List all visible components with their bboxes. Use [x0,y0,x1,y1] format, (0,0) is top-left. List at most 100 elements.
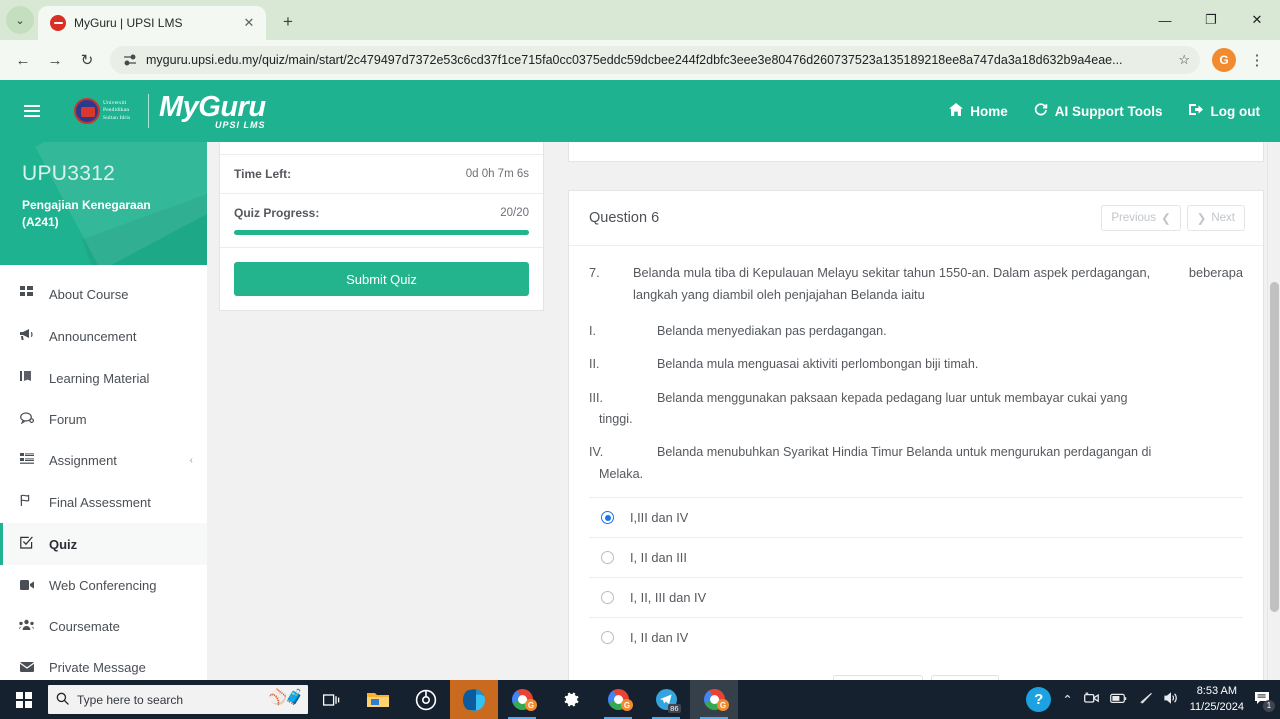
sidebar-item-about-course[interactable]: About Course [0,273,207,315]
window-restore-button[interactable]: ❐ [1188,0,1234,40]
quiz-info-panel: Quiz Submission Time Left: 0d 0h 7m 6s Q… [219,142,544,311]
back-icon[interactable]: ← [8,45,38,75]
sidebar-item-announcement[interactable]: Announcement [0,315,207,357]
notification-center-icon[interactable]: 1 [1255,691,1275,712]
question-title: Question 6 [589,210,660,226]
tab-close-icon[interactable]: ✕ [240,14,258,32]
battery-icon[interactable] [1109,693,1127,707]
tab-favicon-icon [50,15,66,31]
time-left-row: Time Left: 0d 0h 7m 6s [220,155,543,194]
notification-count: 1 [1263,699,1275,712]
start-button[interactable] [0,680,48,719]
nav-home-label: Home [970,103,1008,119]
site-settings-icon[interactable] [122,52,138,68]
help-icon[interactable]: ? [1026,687,1052,712]
question-number: 7. [589,265,600,280]
sidebar-item-web-conferencing[interactable]: Web Conferencing [0,565,207,606]
nav-logout[interactable]: Log out [1188,103,1260,119]
chevron-up-icon[interactable]: ⌃ [1062,692,1072,707]
taskbar-app-photos[interactable] [402,680,450,719]
telegram-icon: 86 [655,689,681,713]
taskbar-search-box[interactable]: Type here to search ⚾🧳 [48,685,308,714]
clock[interactable]: 8:53 AM 11/25/2024 [1190,684,1244,715]
answer-option[interactable]: I, II dan III [589,538,1243,579]
sidebar-item-quiz[interactable]: Quiz [0,523,207,565]
next-question-button-top[interactable]: ❯ Next [1186,205,1245,231]
taskbar-app-google-chrome-1[interactable]: G [498,680,546,719]
quiz-progress-bar [234,230,529,235]
question-column: Question 6 Previous ❮ ❯ Next 7. beberapa… [568,142,1264,680]
statement-text-line2: tinggi. [599,412,633,426]
sidebar-item-label: Learning Material [49,370,150,386]
browser-toolbar: ← → ↻ myguru.upsi.edu.my/quiz/main/start… [0,40,1280,80]
search-icon [56,692,69,708]
address-bar[interactable]: myguru.upsi.edu.my/quiz/main/start/2c479… [110,46,1200,74]
bookmark-star-icon[interactable]: ☆ [1178,52,1194,68]
previous-question-button-top[interactable]: Previous ❮ [1101,205,1181,231]
browser-window: ⌄ MyGuru | UPSI LMS ✕ + — ❐ ✕ ← → ↻ mygu… [0,0,1280,680]
radio-button[interactable] [601,551,614,565]
sidebar-item-final-assessment[interactable]: Final Assessment [0,481,207,523]
answer-option[interactable]: I, II, III dan IV [589,578,1243,619]
hamburger-icon[interactable] [24,105,40,117]
volume-icon[interactable] [1164,692,1179,707]
sidebar-item-label: Announcement [49,328,137,344]
taskbar-app-google-chrome-2[interactable]: G [594,680,642,719]
system-tray: ? ⌃ 8:53 AM 11/25/2024 1 [1026,684,1280,715]
reload-icon[interactable]: ↻ [72,45,102,75]
sidebar-item-learning-material[interactable]: Learning Material [0,357,207,399]
windows-logo-icon [16,691,32,708]
course-header: UPU3312 Pengajian Kenegaraan (A241) [0,142,207,265]
quiz-progress-label: Quiz Progress: [234,206,320,220]
submit-quiz-button[interactable]: Submit Quiz [234,262,529,296]
statement-text-line1: Belanda menggunakan paksaan kepada pedag… [657,390,1128,405]
quiz-progress-fill [234,230,529,235]
task-view-icon[interactable] [308,680,354,719]
profile-avatar[interactable]: G [1212,48,1236,72]
radio-button[interactable] [601,591,614,605]
sidebar-item-coursemate[interactable]: Coursemate [0,606,207,647]
statement-numeral: II. [589,357,600,372]
main-content: Quiz Submission Time Left: 0d 0h 7m 6s Q… [207,142,1280,680]
answer-option-label: I, II, III dan IV [630,590,707,606]
statement-row: IV. Belanda menubuhkan Syarikat Hindia T… [589,442,1243,485]
answer-option-label: I, II dan III [630,550,687,566]
new-tab-button[interactable]: + [274,8,302,36]
nav-home[interactable]: Home [949,103,1008,119]
taskbar-app-telegram[interactable]: 86 [642,680,690,719]
statement-text: Belanda mula menguasai aktiviti perlombo… [657,357,979,372]
question-body: 7. beberapa Belanda mula tiba di Kepulau… [569,246,1263,680]
wifi-icon[interactable] [1138,692,1153,707]
camera-icon[interactable] [1083,692,1099,707]
taskbar-app-google-chrome-3[interactable]: G [690,680,738,719]
windows-taskbar: Type here to search ⚾🧳 G G 86 G ? ⌃ 8:53… [0,680,1280,719]
nav-ai-support-tools[interactable]: AI Support Tools [1034,102,1163,120]
brand-logo[interactable]: Universiti Pendidikan Sultan Idris MyGur… [74,92,266,130]
browser-menu-icon[interactable]: ⋮ [1242,45,1272,75]
page-scrollbar[interactable] [1267,142,1280,680]
sidebar-item-forum[interactable]: Forum [0,399,207,440]
answer-option[interactable]: I, II dan IV [589,618,1243,657]
tab-search-chevron-icon[interactable]: ⌄ [6,6,34,34]
scrollbar-thumb[interactable] [1270,282,1279,612]
tasks-icon [17,453,36,468]
chevron-left-icon[interactable]: ‹ [190,455,193,466]
top-navigation: Home AI Support Tools Log out [949,102,1260,120]
sidebar-item-private-message[interactable]: Private Message [0,647,207,680]
brand-divider [148,94,149,128]
sidebar-item-label: About Course [49,286,129,302]
taskbar-app-settings[interactable] [546,680,594,719]
window-close-button[interactable]: ✕ [1234,0,1280,40]
answer-option[interactable]: I,III dan IV [589,498,1243,539]
browser-tab[interactable]: MyGuru | UPSI LMS ✕ [38,6,266,40]
window-minimize-button[interactable]: — [1142,0,1188,40]
book-icon [17,370,36,386]
taskbar-app-microsoft-edge[interactable] [450,680,498,719]
forward-icon[interactable]: → [40,45,70,75]
radio-button-selected[interactable] [601,511,614,525]
taskbar-app-file-explorer[interactable] [354,680,402,719]
previous-label: Previous [1111,212,1157,224]
radio-button[interactable] [601,631,614,645]
users-icon [17,619,36,634]
sidebar-item-assignment[interactable]: Assignment ‹ [0,440,207,481]
